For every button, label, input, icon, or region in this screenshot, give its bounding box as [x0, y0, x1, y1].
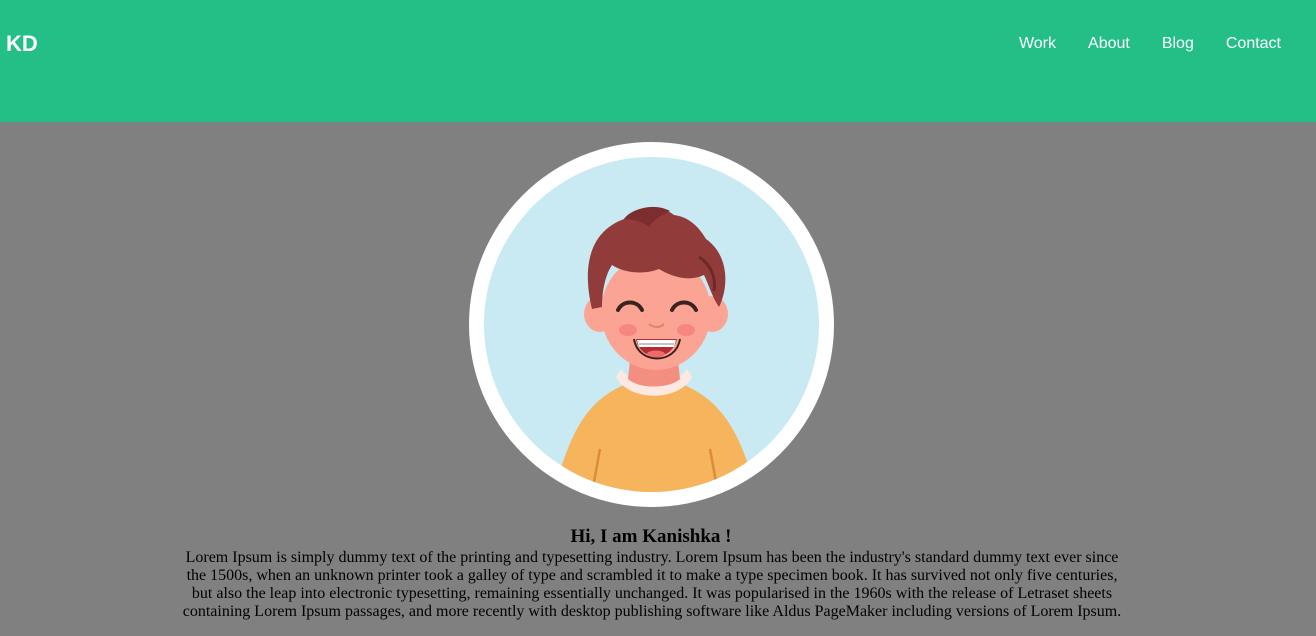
- bio-paragraph: Lorem Ipsum is simply dummy text of the …: [182, 549, 1122, 620]
- nav-link-about[interactable]: About: [1088, 35, 1130, 52]
- avatar-frame: [469, 142, 834, 507]
- brand-logo[interactable]: KD: [6, 31, 38, 57]
- boy-avatar-illustration: [554, 206, 756, 492]
- navbar: KD Work About Blog Contact: [0, 0, 1316, 122]
- nav-item-about: About: [1088, 35, 1130, 53]
- greeting-heading: Hi, I am Kanishka !: [570, 526, 732, 547]
- nav-menu: Work About Blog Contact: [1019, 35, 1281, 53]
- nav-item-contact: Contact: [1226, 35, 1281, 53]
- nav-link-blog[interactable]: Blog: [1162, 35, 1194, 52]
- nav-link-contact[interactable]: Contact: [1226, 35, 1281, 52]
- avatar: [484, 157, 819, 492]
- nav-item-work: Work: [1019, 35, 1056, 53]
- nav-link-work[interactable]: Work: [1019, 35, 1056, 52]
- nav-item-blog: Blog: [1162, 35, 1194, 53]
